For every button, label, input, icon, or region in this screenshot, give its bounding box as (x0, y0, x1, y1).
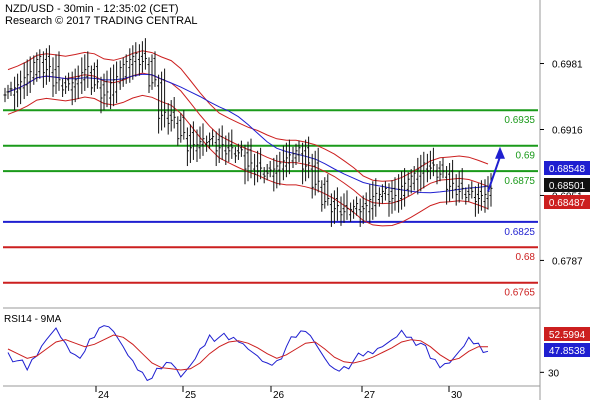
chart-header-line2: Research © 2017 TRADING CENTRAL (5, 15, 198, 27)
rsi-tick-label: 30 (548, 368, 560, 379)
level-label: 0.68 (516, 252, 536, 263)
chart-root: NZD/USD - 30min - 12:35:02 (CET) Researc… (0, 0, 590, 400)
x-tick-label: 26 (273, 390, 285, 400)
y-tick-label: 0.6787 (552, 256, 583, 267)
level-label: 0.6875 (504, 176, 535, 187)
price-badge-label: 0.68501 (549, 181, 586, 192)
y-tick-label: 0.6981 (552, 60, 583, 71)
price-badge-label: 0.68548 (549, 164, 586, 175)
y-tick-label: 0.6916 (552, 125, 583, 136)
chart-background (0, 0, 590, 400)
price-badges: 0.68548 0.68501 0.68487 (544, 161, 590, 209)
x-tick-label: 30 (451, 390, 463, 400)
level-label: 0.6935 (504, 115, 535, 126)
price-badge-label: 0.68487 (549, 198, 586, 209)
x-tick-label: 25 (185, 390, 197, 400)
x-tick-label: 27 (364, 390, 376, 400)
rsi-badge-label: 52.5994 (549, 330, 586, 341)
rsi-panel-title: RSI14 - 9MA (4, 314, 62, 325)
level-label: 0.6765 (504, 288, 535, 299)
rsi-badge-label: 47.8538 (549, 346, 586, 357)
level-label: 0.69 (516, 151, 536, 162)
x-tick-label: 24 (98, 390, 110, 400)
chart-svg: NZD/USD - 30min - 12:35:02 (CET) Researc… (0, 0, 590, 400)
chart-header-line1: NZD/USD - 30min - 12:35:02 (CET) (5, 3, 179, 15)
level-label: 0.6825 (504, 227, 535, 238)
